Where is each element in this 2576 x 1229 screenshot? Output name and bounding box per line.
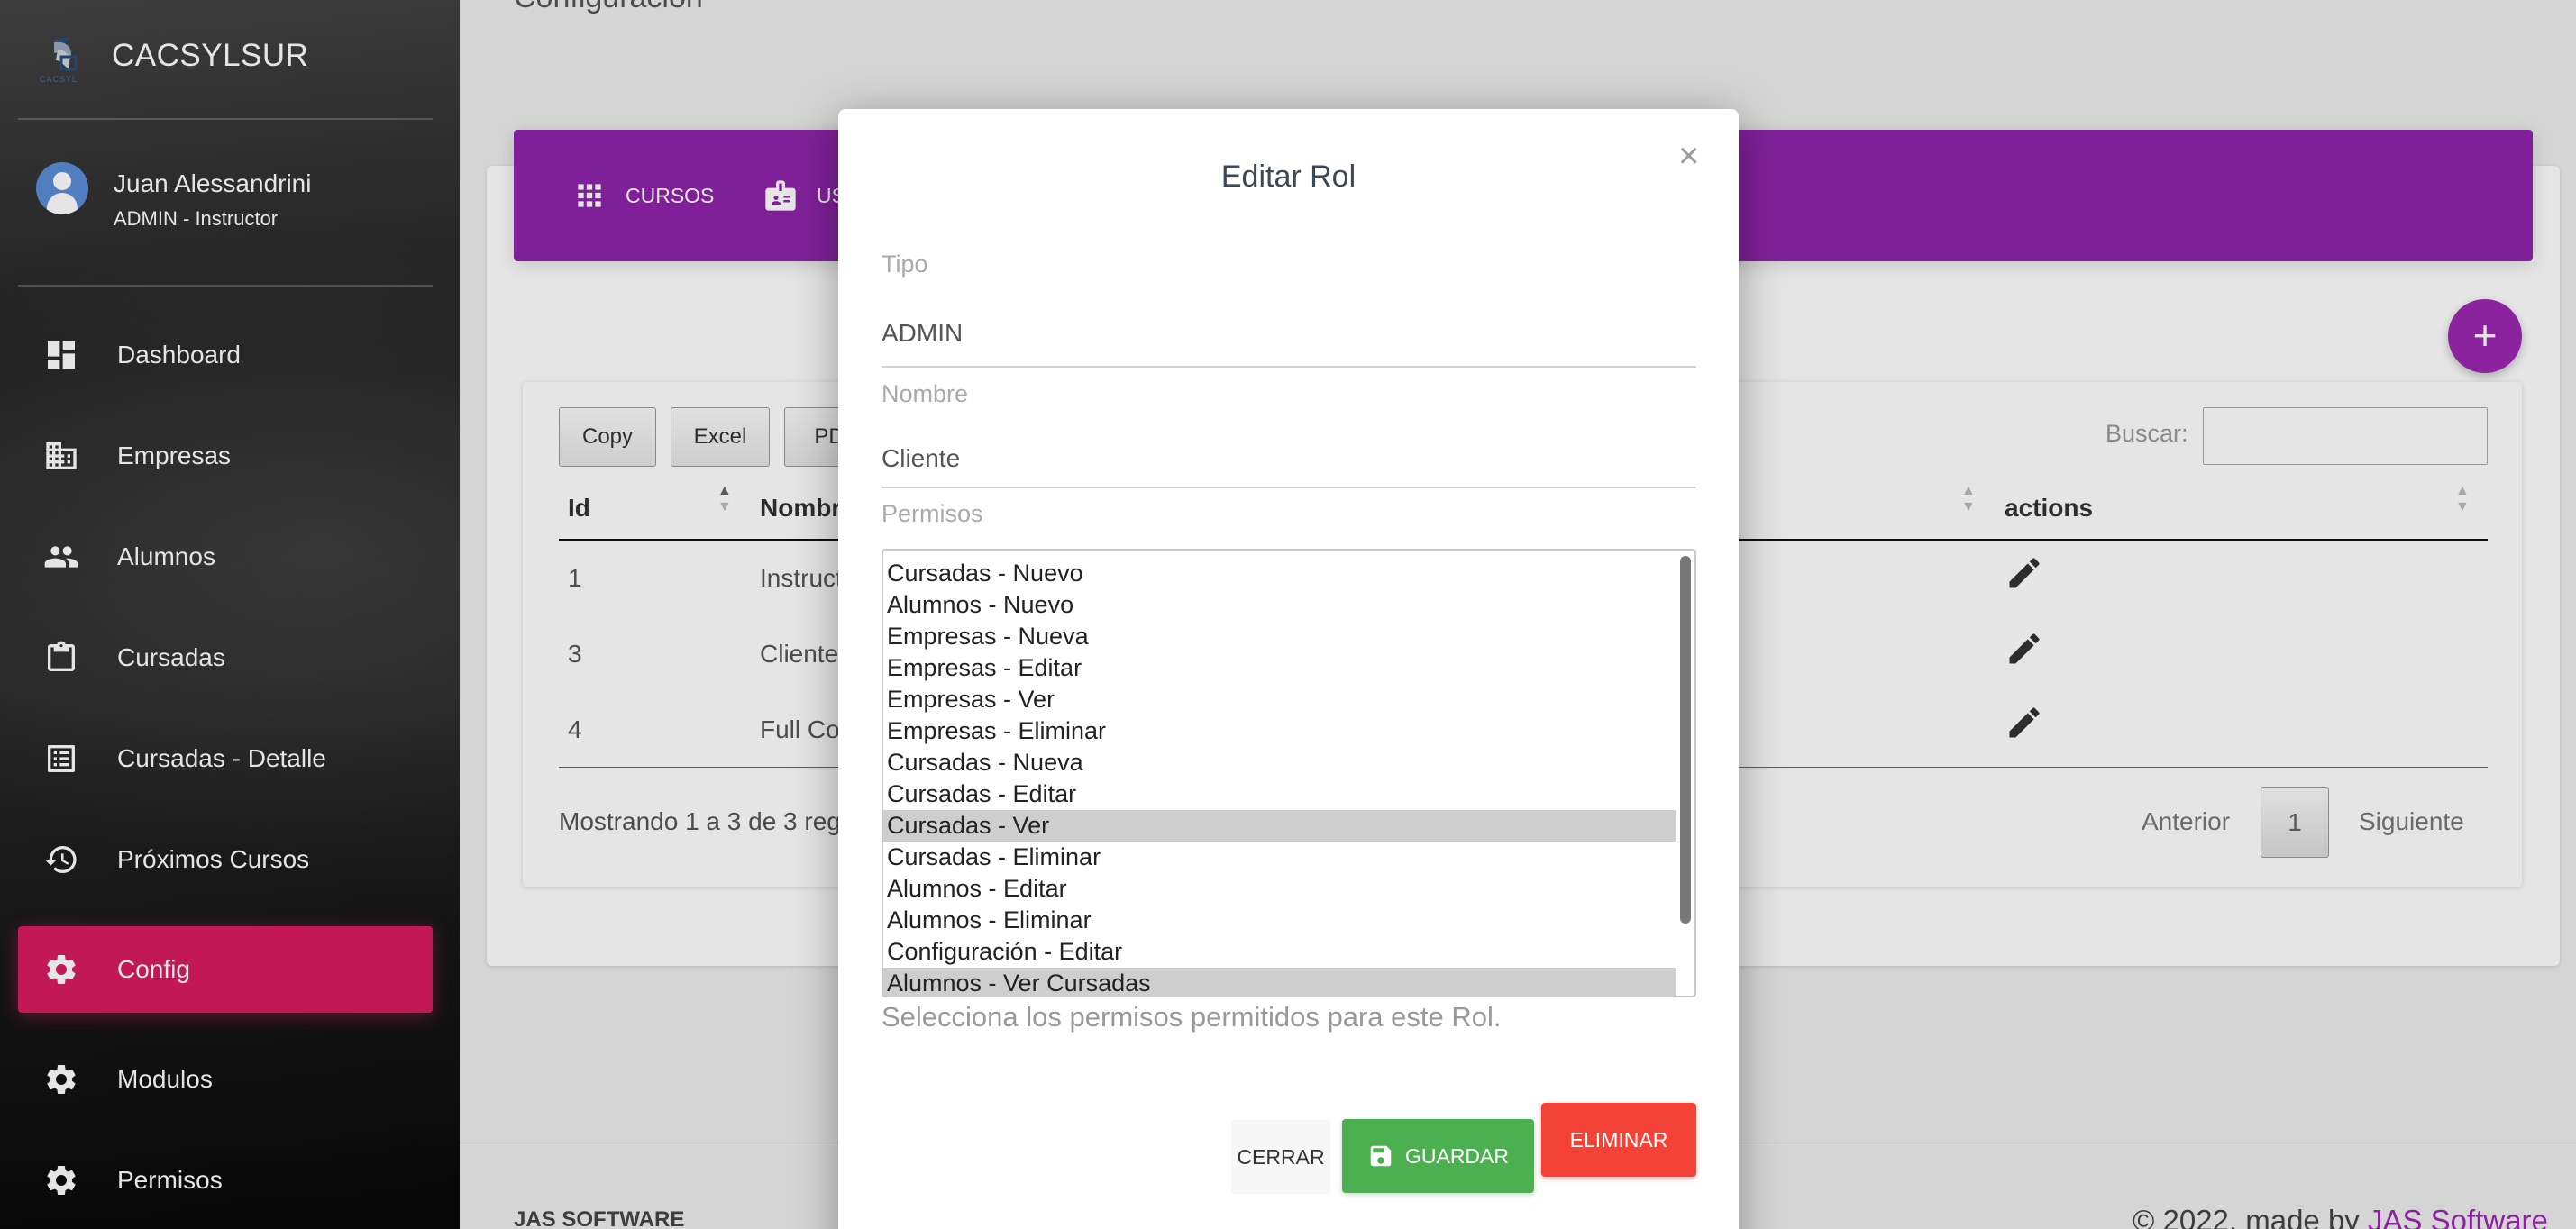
permisos-help-text: Selecciona los permisos permitidos para … (882, 1001, 1502, 1033)
permission-option[interactable]: Empresas - Eliminar (883, 715, 1676, 747)
permission-option[interactable]: Cursadas - Editar (883, 778, 1676, 810)
nombre-label: Nombre (882, 380, 969, 407)
modal-title: Editar Rol (1220, 159, 1357, 194)
permisos-label: Permisos (882, 500, 983, 527)
permission-option[interactable]: Cursadas - Nueva (883, 747, 1676, 778)
guardar-label: GUARDAR (1404, 1143, 1509, 1168)
permission-option[interactable]: Cursadas - Ver (883, 810, 1676, 842)
nombre-field[interactable]: Cliente (882, 444, 960, 473)
permission-option[interactable]: Configuración - Editar (883, 936, 1676, 968)
permission-option[interactable]: Alumnos - Eliminar (883, 905, 1676, 936)
permission-option[interactable]: Alumnos - Editar (883, 873, 1676, 905)
permisos-multiselect[interactable]: Cursadas - Nuevo Alumnos - Nuevo Empresa… (882, 549, 1696, 997)
tipo-field[interactable]: ADMIN (882, 319, 963, 348)
tipo-underline (882, 366, 1696, 368)
permission-option[interactable]: Alumnos - Nuevo (883, 589, 1676, 621)
cerrar-button[interactable]: CERRAR (1231, 1120, 1330, 1194)
close-icon[interactable]: × (1678, 136, 1699, 177)
nombre-underline (882, 487, 1696, 488)
save-icon (1370, 1145, 1392, 1167)
permission-option[interactable]: Cursadas - Eliminar (883, 842, 1676, 873)
permission-option[interactable]: Alumnos - Ver Cursadas (883, 968, 1676, 996)
permission-option[interactable]: Empresas - Ver (883, 684, 1676, 715)
eliminar-button[interactable]: ELIMINAR (1541, 1103, 1696, 1177)
scrollbar[interactable] (1680, 556, 1691, 924)
tipo-label: Tipo (882, 250, 928, 278)
edit-role-modal: Editar Rol × Tipo ADMIN Nombre Cliente P… (838, 109, 1739, 1229)
permission-option[interactable]: Cursadas - Nuevo (883, 558, 1676, 589)
permission-option[interactable]: Empresas - Nueva (883, 621, 1676, 652)
permission-option[interactable]: Empresas - Editar (883, 652, 1676, 684)
guardar-button[interactable]: GUARDAR (1342, 1119, 1534, 1193)
